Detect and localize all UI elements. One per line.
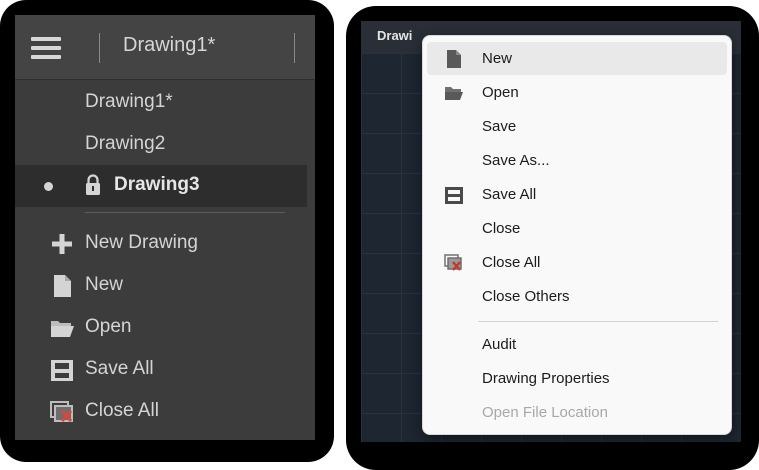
menu-item-save-all[interactable]: Save All bbox=[427, 178, 727, 211]
new-file-icon bbox=[54, 275, 71, 297]
document-switcher-panel: Drawing1* Drawing1* Drawing2 Drawing3 Ne… bbox=[15, 15, 315, 440]
close-all-icon bbox=[50, 401, 73, 423]
lock-icon bbox=[86, 174, 100, 195]
section-divider bbox=[85, 212, 285, 213]
save-all-button[interactable]: Save All bbox=[15, 352, 315, 388]
menu-label: Save All bbox=[482, 186, 537, 203]
menu-item-open-file-location: Open File Location bbox=[427, 396, 727, 429]
current-drawing-title[interactable]: Drawing1* bbox=[123, 34, 215, 57]
header-divider bbox=[294, 33, 295, 63]
new-label: New bbox=[85, 274, 124, 295]
close-all-icon bbox=[444, 254, 462, 271]
menu-label: Open File Location bbox=[482, 404, 608, 421]
active-document-label: Drawing3 bbox=[114, 174, 200, 195]
menu-separator bbox=[478, 321, 718, 322]
menu-item-new[interactable]: New bbox=[427, 42, 727, 75]
new-file-icon bbox=[447, 50, 461, 68]
close-all-label: Close All bbox=[85, 400, 159, 421]
new-drawing-button[interactable]: New Drawing bbox=[15, 226, 315, 262]
save-all-icon bbox=[445, 187, 463, 204]
new-button[interactable]: New bbox=[15, 268, 315, 304]
panel-header: Drawing1* bbox=[15, 15, 315, 80]
save-all-icon bbox=[51, 360, 73, 381]
menu-label: Open bbox=[482, 84, 519, 101]
document-item-drawing3-active[interactable]: Drawing3 bbox=[15, 165, 307, 207]
menu-label: Close All bbox=[482, 254, 541, 271]
menu-item-save[interactable]: Save bbox=[427, 110, 727, 143]
menu-item-audit[interactable]: Audit bbox=[427, 328, 727, 361]
save-all-label: Save All bbox=[85, 358, 154, 379]
menu-label: Audit bbox=[482, 336, 517, 353]
menu-item-open[interactable]: Open bbox=[427, 76, 727, 109]
menu-item-save-as[interactable]: Save As... bbox=[427, 144, 727, 177]
folder-open-icon bbox=[51, 321, 74, 337]
menu-item-drawing-properties[interactable]: Drawing Properties bbox=[427, 362, 727, 395]
menu-label: Close bbox=[482, 220, 521, 237]
menu-label: Save As... bbox=[482, 152, 550, 169]
menu-label: Drawing Properties bbox=[482, 370, 610, 387]
tab-context-menu: New Open Save Save As... Save All Close … bbox=[422, 35, 732, 435]
header-divider bbox=[99, 33, 100, 63]
folder-open-icon bbox=[445, 87, 463, 100]
menu-label: Save bbox=[482, 118, 517, 135]
menu-item-close[interactable]: Close bbox=[427, 212, 727, 245]
drawing-tab[interactable]: Drawi bbox=[377, 28, 412, 43]
menu-item-close-all[interactable]: Close All bbox=[427, 246, 727, 279]
open-label: Open bbox=[85, 316, 132, 337]
menu-item-close-others[interactable]: Close Others bbox=[427, 280, 727, 313]
document-item-drawing1[interactable]: Drawing1* bbox=[85, 91, 173, 113]
plus-icon bbox=[52, 234, 72, 254]
close-all-button[interactable]: Close All bbox=[15, 394, 315, 430]
menu-label: Close Others bbox=[482, 288, 570, 305]
active-indicator-dot-icon bbox=[44, 182, 53, 191]
open-button[interactable]: Open bbox=[15, 310, 315, 346]
menu-label: New bbox=[482, 50, 513, 67]
document-item-drawing2[interactable]: Drawing2 bbox=[85, 133, 165, 155]
new-drawing-label: New Drawing bbox=[85, 232, 198, 253]
hamburger-menu-icon[interactable] bbox=[31, 37, 61, 59]
